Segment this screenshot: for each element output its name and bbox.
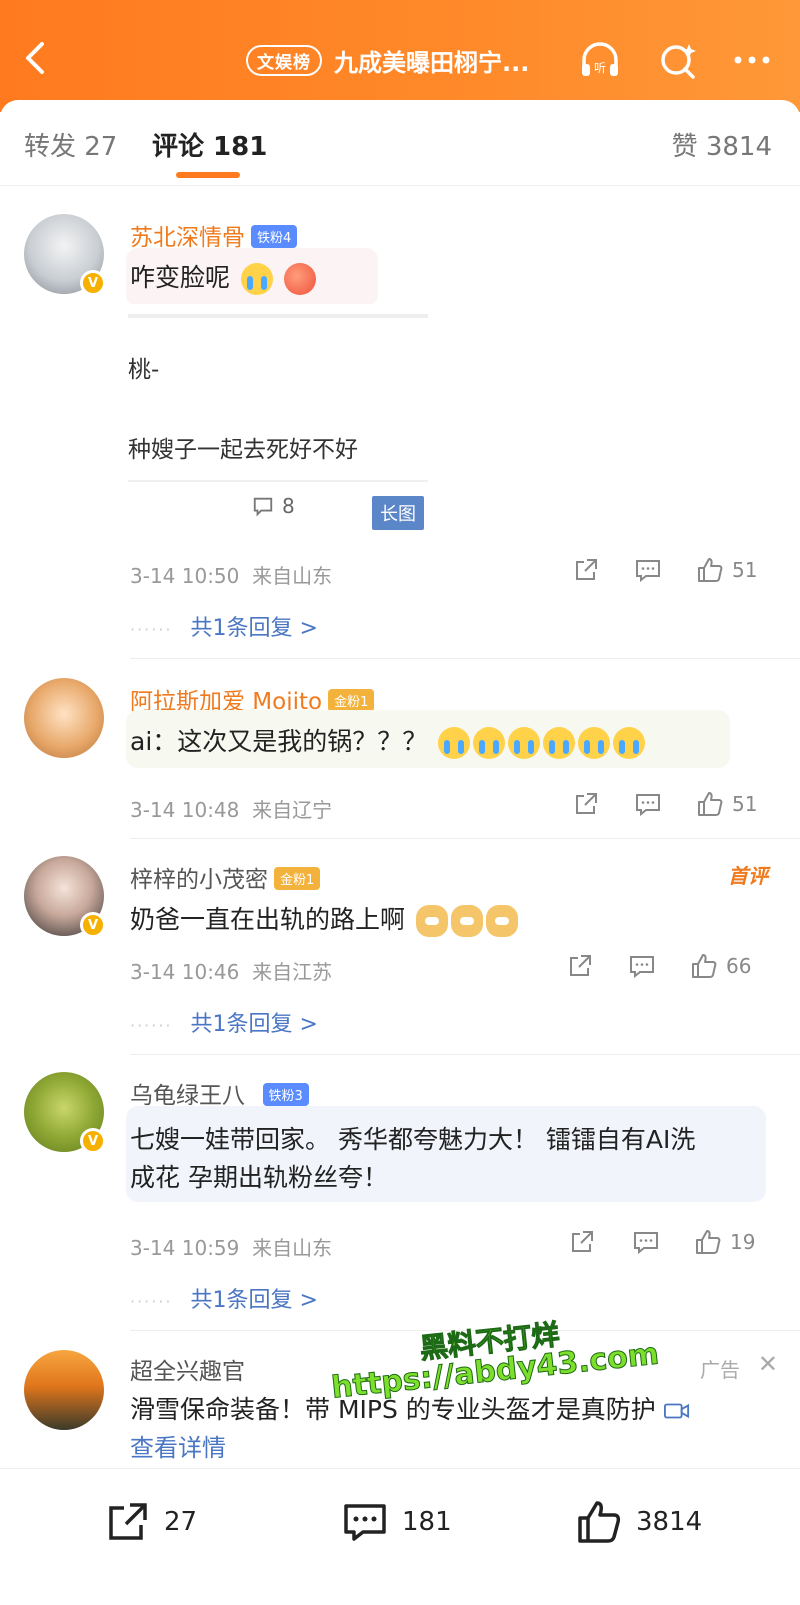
ad-label: 广告 [700,1358,740,1382]
like-button[interactable]: 3814 [576,1499,702,1545]
like-button[interactable]: 51 [696,790,757,818]
avatar[interactable]: V [24,214,106,296]
comment-meta: 3-14 10:46 来自江苏 [130,960,333,984]
ad-username[interactable]: 超全兴趣官 [130,1352,245,1386]
share-icon [109,1503,147,1540]
comment-text-line2: 成花 孕期出轨粉丝夸！ [130,1163,388,1192]
thumbs-up-icon [578,1501,621,1543]
embed-text-line2: 种嫂子一起去死好不好 [128,437,358,463]
comment-icon [634,1232,658,1255]
username[interactable]: 乌龟绿王八_ 铁粉3 [130,1076,309,1110]
tab-repost[interactable]: 转发 27 [24,126,117,163]
view-replies-link[interactable]: ······ 共1条回复 > [130,1006,318,1038]
video-icon [663,1403,689,1419]
reply-button[interactable] [632,1228,660,1256]
share-button[interactable] [572,556,600,584]
share-icon [570,955,591,976]
like-button[interactable]: 51 [696,556,757,584]
comment-icon [636,794,660,817]
tab-comments[interactable]: 评论 181 [152,126,267,163]
comment-text-line1: 七嫂一娃带回家。 秀华都夸魅力大！ 镭镭自有AI洗 [130,1125,696,1154]
fan-level-badge: 金粉1 [328,689,375,712]
comment-text: ai：这次又是我的锅？？？ [130,722,646,759]
share-icon [576,793,597,814]
reply-button[interactable] [628,952,656,980]
first-comment-tag: 首评 [728,864,768,888]
close-icon[interactable]: ✕ [758,1350,778,1378]
comment-meta: 3-14 10:50 来自山东 [130,564,333,588]
avatar[interactable] [24,1350,104,1430]
comment-text: 奶爸一直在出轨的路上啊 [130,900,518,937]
username[interactable]: 苏北深情骨 铁粉4 [130,218,298,252]
like-button[interactable]: 19 [694,1228,755,1256]
comment-button[interactable]: 181 [342,1499,452,1545]
share-icon [572,1231,593,1252]
fan-level-badge: 金粉1 [274,867,321,890]
comment-icon [344,1504,386,1541]
top-bar: 文娱榜 九成美曝田栩宁... 听 [0,0,800,112]
share-button[interactable] [568,1228,596,1256]
repost-button[interactable]: 27 [104,1499,197,1545]
fan-level-badge: 铁粉4 [251,225,298,248]
view-replies-link[interactable]: ······ 共1条回复 > [130,1282,318,1314]
reply-button[interactable] [634,556,662,584]
back-icon[interactable] [14,36,58,80]
thumbs-up-icon [696,1230,721,1254]
share-icon [576,559,597,580]
avatar[interactable]: V [24,856,106,938]
view-details-link[interactable]: 查看详情 [130,1428,226,1463]
comment-meta: 3-14 10:59 来自山东 [130,1236,333,1260]
view-replies-link[interactable]: ······ 共1条回复 > [130,610,318,642]
like-button[interactable]: 66 [690,952,751,980]
username[interactable]: 梓梓的小茂密 金粉1 [130,860,321,894]
comment-icon [630,956,654,979]
comment-text: 咋变脸呢 [130,258,316,295]
comment-image[interactable]: 桃- 种嫂子一起去死好不好 8 长图 [128,304,430,540]
comment-meta: 3-14 10:48 来自辽宁 [130,798,333,822]
svg-text:听: 听 [594,61,606,75]
peach-emoji-icon [283,263,316,295]
share-button[interactable] [572,790,600,818]
thumbs-up-icon [692,954,717,978]
verified-badge-icon: V [80,1128,106,1154]
crying-emoji-icon [240,263,273,295]
verified-badge-icon: V [80,912,106,938]
tab-likes[interactable]: 赞 3814 [672,126,772,163]
long-image-tag: 长图 [372,496,424,530]
share-button[interactable] [566,952,594,980]
more-options-icon[interactable] [730,38,774,82]
comment-icon [636,560,660,583]
thumbs-up-icon [698,792,723,816]
avatar[interactable]: V [24,1072,106,1154]
headphones-listen-icon[interactable]: 听 [578,38,622,82]
page-title: 九成美曝田栩宁... [334,48,530,77]
comment-icon [253,497,273,517]
active-tab-indicator [176,172,240,178]
reply-button[interactable] [634,790,662,818]
hot-list-badge: 文娱榜 [246,44,322,76]
avatar[interactable] [24,678,104,758]
tab-bar: 转发 27 评论 181 赞 3814 [0,100,800,186]
ai-search-icon[interactable] [656,38,700,82]
header-title-group[interactable]: 文娱榜 九成美曝田栩宁... [246,40,529,80]
fan-level-badge: 铁粉3 [262,1083,309,1106]
embed-comment-count: 8 [252,494,295,518]
verified-badge-icon: V [80,270,106,296]
thumbs-up-icon [698,558,723,582]
bottom-action-bar: 27 181 3814 [0,1468,800,1605]
embed-text-line1: 桃- [128,357,160,383]
